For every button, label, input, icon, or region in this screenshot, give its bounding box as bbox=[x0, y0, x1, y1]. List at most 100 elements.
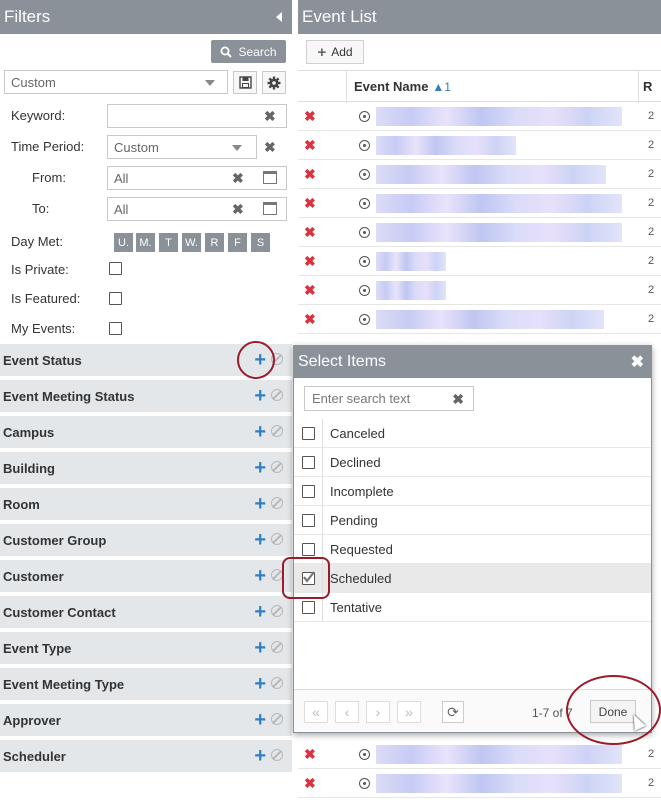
clear-section-icon[interactable] bbox=[271, 641, 283, 653]
plus-icon[interactable]: + bbox=[254, 674, 266, 694]
delete-icon[interactable]: ✖ bbox=[304, 108, 316, 125]
column-event-name[interactable]: Event Name ▲1 bbox=[354, 79, 451, 94]
delete-icon[interactable]: ✖ bbox=[304, 311, 316, 328]
section-approver[interactable]: Approver + bbox=[0, 704, 292, 738]
section-event-meeting-type[interactable]: Event Meeting Type + bbox=[0, 668, 292, 702]
option-checkbox[interactable] bbox=[302, 543, 315, 556]
clear-section-icon[interactable] bbox=[271, 677, 283, 689]
section-customer-group[interactable]: Customer Group + bbox=[0, 524, 292, 558]
delete-icon[interactable]: ✖ bbox=[304, 224, 316, 241]
day-thursday-button[interactable]: R bbox=[205, 233, 224, 252]
add-event-button[interactable]: + Add bbox=[306, 40, 364, 64]
plus-icon[interactable]: + bbox=[254, 458, 266, 478]
from-date-input[interactable]: All bbox=[107, 166, 287, 190]
is-private-checkbox[interactable] bbox=[109, 262, 122, 275]
collapse-arrow-icon[interactable] bbox=[276, 12, 282, 22]
plus-icon[interactable]: + bbox=[254, 386, 266, 406]
clear-section-icon[interactable] bbox=[271, 497, 283, 509]
column-r[interactable]: R bbox=[643, 79, 652, 94]
refresh-icon[interactable]: ⟳ bbox=[442, 701, 464, 723]
list-item[interactable]: Incomplete bbox=[294, 477, 651, 506]
section-customer-contact[interactable]: Customer Contact + bbox=[0, 596, 292, 630]
day-saturday-button[interactable]: S bbox=[251, 233, 270, 252]
list-item[interactable]: Pending bbox=[294, 506, 651, 535]
delete-icon[interactable]: ✖ bbox=[304, 195, 316, 212]
next-page-button[interactable]: › bbox=[366, 701, 390, 723]
save-filter-button[interactable] bbox=[233, 71, 257, 94]
target-icon[interactable] bbox=[359, 749, 370, 760]
calendar-icon[interactable] bbox=[263, 171, 277, 184]
list-item[interactable]: Tentative bbox=[294, 593, 651, 622]
target-icon[interactable] bbox=[359, 198, 370, 209]
section-room[interactable]: Room + bbox=[0, 488, 292, 522]
to-date-input[interactable]: All bbox=[107, 197, 287, 221]
clear-from-icon[interactable]: ✖ bbox=[232, 170, 244, 187]
delete-icon[interactable]: ✖ bbox=[304, 253, 316, 270]
clear-section-icon[interactable] bbox=[271, 389, 283, 401]
clear-section-icon[interactable] bbox=[271, 461, 283, 473]
target-icon[interactable] bbox=[359, 285, 370, 296]
plus-icon[interactable]: + bbox=[254, 566, 266, 586]
delete-icon[interactable]: ✖ bbox=[304, 775, 316, 792]
time-period-select[interactable]: Custom bbox=[107, 135, 257, 159]
is-featured-checkbox[interactable] bbox=[109, 292, 122, 305]
option-checkbox[interactable] bbox=[302, 601, 315, 614]
target-icon[interactable] bbox=[359, 314, 370, 325]
table-row[interactable]: ✖ 2 bbox=[298, 189, 661, 218]
clear-section-icon[interactable] bbox=[271, 713, 283, 725]
plus-icon[interactable]: + bbox=[254, 602, 266, 622]
day-tuesday-button[interactable]: T bbox=[159, 233, 178, 252]
clear-section-icon[interactable] bbox=[271, 749, 283, 761]
table-row[interactable]: ✖ 2 bbox=[298, 102, 661, 131]
prev-page-button[interactable]: ‹ bbox=[335, 701, 359, 723]
clear-section-icon[interactable] bbox=[271, 605, 283, 617]
table-row[interactable]: ✖ 2 bbox=[298, 131, 661, 160]
last-page-button[interactable]: » bbox=[397, 701, 421, 723]
list-item[interactable]: Canceled bbox=[294, 419, 651, 448]
option-checkbox[interactable] bbox=[302, 485, 315, 498]
table-row[interactable]: ✖ 2 bbox=[298, 305, 661, 334]
delete-icon[interactable]: ✖ bbox=[304, 166, 316, 183]
option-checkbox[interactable] bbox=[302, 456, 315, 469]
saved-filter-select[interactable]: Custom bbox=[4, 70, 228, 94]
plus-icon[interactable]: + bbox=[254, 494, 266, 514]
target-icon[interactable] bbox=[359, 169, 370, 180]
calendar-icon[interactable] bbox=[263, 202, 277, 215]
plus-icon[interactable]: + bbox=[254, 746, 266, 766]
table-row[interactable]: ✖ 2 bbox=[298, 160, 661, 189]
target-icon[interactable] bbox=[359, 227, 370, 238]
table-row[interactable]: ✖ 2 bbox=[298, 218, 661, 247]
table-row[interactable]: ✖ 2 bbox=[298, 769, 661, 798]
dialog-search-input[interactable]: Enter search text ✖ bbox=[304, 386, 474, 411]
delete-icon[interactable]: ✖ bbox=[304, 746, 316, 763]
list-item[interactable]: Declined bbox=[294, 448, 651, 477]
section-campus[interactable]: Campus + bbox=[0, 416, 292, 450]
close-icon[interactable]: ✖ bbox=[631, 352, 644, 372]
keyword-input[interactable] bbox=[107, 104, 287, 128]
section-building[interactable]: Building + bbox=[0, 452, 292, 486]
list-item-selected[interactable]: Scheduled bbox=[294, 564, 651, 593]
clear-search-icon[interactable]: ✖ bbox=[452, 391, 464, 408]
table-row[interactable]: ✖ 2 bbox=[298, 276, 661, 305]
plus-icon[interactable]: + bbox=[254, 638, 266, 658]
target-icon[interactable] bbox=[359, 256, 370, 267]
plus-icon[interactable]: + bbox=[254, 710, 266, 730]
clear-time-period-icon[interactable]: ✖ bbox=[264, 139, 276, 156]
day-wednesday-button[interactable]: W. bbox=[182, 233, 201, 252]
target-icon[interactable] bbox=[359, 111, 370, 122]
day-monday-button[interactable]: M. bbox=[136, 233, 155, 252]
clear-section-icon[interactable] bbox=[271, 533, 283, 545]
day-sunday-button[interactable]: U. bbox=[114, 233, 133, 252]
section-scheduler[interactable]: Scheduler + bbox=[0, 740, 292, 774]
delete-icon[interactable]: ✖ bbox=[304, 282, 316, 299]
section-event-meeting-status[interactable]: Event Meeting Status + bbox=[0, 380, 292, 414]
option-checkbox[interactable] bbox=[302, 514, 315, 527]
search-button[interactable]: Search bbox=[211, 40, 286, 63]
day-friday-button[interactable]: F bbox=[228, 233, 247, 252]
target-icon[interactable] bbox=[359, 778, 370, 789]
table-row[interactable]: ✖ 2 bbox=[298, 247, 661, 276]
clear-keyword-icon[interactable]: ✖ bbox=[264, 108, 276, 125]
list-item[interactable]: Requested bbox=[294, 535, 651, 564]
option-checkbox[interactable] bbox=[302, 427, 315, 440]
delete-icon[interactable]: ✖ bbox=[304, 137, 316, 154]
